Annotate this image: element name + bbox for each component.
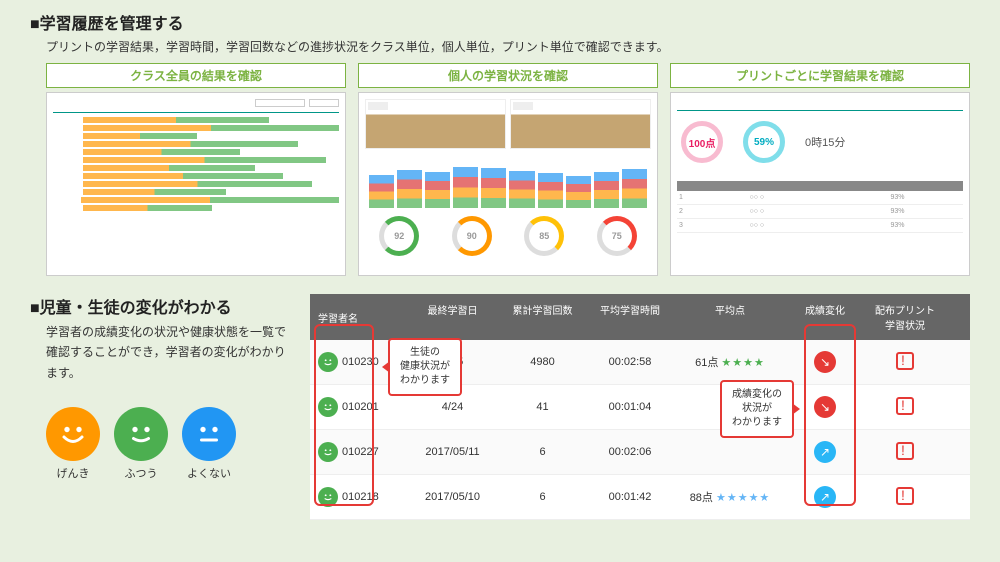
student-table: 学習者名 最終学習日 累計学習回数 平均学習時間 平均点 成績変化 配布プリント… — [310, 294, 970, 520]
health-face-icon — [318, 442, 338, 462]
legend-genki: げんき — [46, 407, 100, 481]
futsuu-icon — [114, 407, 168, 461]
mini-table: 1○○ ○93% 2○○ ○93% 3○○ ○93% — [677, 181, 963, 233]
score-dial: 100点 — [681, 121, 723, 163]
star-rating: ★★★★ — [721, 357, 764, 369]
health-face-icon — [318, 487, 338, 507]
stacked-bar-chart — [365, 153, 651, 208]
yokunai-icon — [182, 407, 236, 461]
section1-title: ■学習履歴を管理する — [30, 10, 970, 34]
table-row[interactable]: 010218 2017/05/10600:01:4288点 ★★★★★ ↗! — [310, 475, 970, 520]
th-date[interactable]: 最終学習日 — [405, 294, 500, 340]
student-id: 010218 — [342, 491, 379, 503]
th-count[interactable]: 累計学習回数 — [500, 294, 585, 340]
change-callout: 成績変化の 状況が わかります — [720, 380, 794, 438]
status-icon[interactable]: ! — [896, 397, 914, 415]
individual-status-thumb[interactable]: 92 90 85 75 — [358, 92, 658, 276]
th-avg[interactable]: 平均点 — [675, 294, 785, 340]
health-callout: 生徒の 健康状況が わかります — [388, 338, 462, 396]
genki-label: げんき — [46, 465, 100, 481]
yokunai-label: よくない — [182, 465, 236, 481]
futsuu-label: ふつう — [114, 465, 168, 481]
total-count: 4980 — [500, 346, 585, 378]
print-results-header: プリントごとに学習結果を確認 — [670, 63, 970, 88]
gauge-2: 90 — [452, 216, 492, 256]
table-row[interactable]: 010227 2017/05/11600:02:06 ↗! — [310, 430, 970, 475]
individual-status-header: 個人の学習状況を確認 — [358, 63, 658, 88]
avg-score: 88点 ★★★★★ — [675, 479, 785, 515]
section2-title: ■児童・生徒の変化がわかる — [30, 294, 290, 318]
health-face-icon — [318, 352, 338, 372]
area-chart-left — [365, 99, 506, 149]
time-value: 0時15分 — [805, 134, 845, 150]
table-header: 学習者名 最終学習日 累計学習回数 平均学習時間 平均点 成績変化 配布プリント… — [310, 294, 970, 340]
change-arrow-icon: ↘ — [814, 351, 836, 373]
area-chart-right — [510, 99, 651, 149]
gauge-3: 85 — [524, 216, 564, 256]
total-count: 6 — [500, 481, 585, 513]
avg-time: 00:01:42 — [585, 481, 675, 513]
student-change-section: ■児童・生徒の変化がわかる 学習者の成績変化の状況や健康状態を一覧で確認すること… — [30, 294, 970, 520]
status-icon[interactable]: ! — [896, 487, 914, 505]
th-time[interactable]: 平均学習時間 — [585, 294, 675, 340]
avg-time: 00:02:06 — [585, 436, 675, 468]
last-study-date: 2017/05/11 — [405, 436, 500, 468]
legend-yokunai: よくない — [182, 407, 236, 481]
legend-futsuu: ふつう — [114, 407, 168, 481]
avg-score — [675, 442, 785, 462]
manage-history-section: ■学習履歴を管理する プリントの学習結果，学習時間，学習回数などの進捗状況をクラ… — [30, 10, 970, 276]
total-count: 6 — [500, 436, 585, 468]
section2-desc: 学習者の成績変化の状況や健康状態を一覧で確認することができ，学習者の変化がわかり… — [46, 322, 290, 383]
genki-icon — [46, 407, 100, 461]
gauge-4: 75 — [597, 216, 637, 256]
th-change[interactable]: 成績変化 — [785, 294, 865, 340]
print-results-col: プリントごとに学習結果を確認 100点 59% 0時15分 1○○ ○93% 2… — [670, 63, 970, 276]
class-results-header: クラス全員の結果を確認 — [46, 63, 346, 88]
total-count: 41 — [500, 391, 585, 423]
star-rating: ★★★★★ — [716, 492, 770, 504]
gauge-1: 92 — [379, 216, 419, 256]
status-icon[interactable]: ! — [896, 442, 914, 460]
thumbnail-row: クラス全員の結果を確認 — [46, 63, 970, 276]
last-study-date: 2017/05/10 — [405, 481, 500, 513]
student-id: 010230 — [342, 356, 379, 368]
section1-desc: プリントの学習結果，学習時間，学習回数などの進捗状況をクラス単位，個人単位，プリ… — [46, 38, 970, 55]
avg-score: 61点 ★★★★ — [675, 344, 785, 380]
health-legend: げんき ふつう よくない — [46, 407, 290, 481]
avg-time: 00:01:04 — [585, 391, 675, 423]
class-results-thumb[interactable] — [46, 92, 346, 276]
health-face-icon — [318, 397, 338, 417]
gauge-row: 92 90 85 75 — [365, 212, 651, 256]
change-arrow-icon: ↗ — [814, 441, 836, 463]
status-icon[interactable]: ! — [896, 352, 914, 370]
change-arrow-icon: ↗ — [814, 486, 836, 508]
change-arrow-icon: ↘ — [814, 396, 836, 418]
th-name[interactable]: 学習者名 — [310, 294, 405, 340]
rate-dial: 59% — [743, 121, 785, 163]
student-id: 010227 — [342, 446, 379, 458]
th-status[interactable]: 配布プリント 学習状況 — [865, 294, 945, 340]
student-id: 010201 — [342, 401, 379, 413]
class-results-col: クラス全員の結果を確認 — [46, 63, 346, 276]
print-results-thumb[interactable]: 100点 59% 0時15分 1○○ ○93% 2○○ ○93% 3○○ ○93… — [670, 92, 970, 276]
individual-status-col: 個人の学習状況を確認 92 90 — [358, 63, 658, 276]
avg-time: 00:02:58 — [585, 346, 675, 378]
